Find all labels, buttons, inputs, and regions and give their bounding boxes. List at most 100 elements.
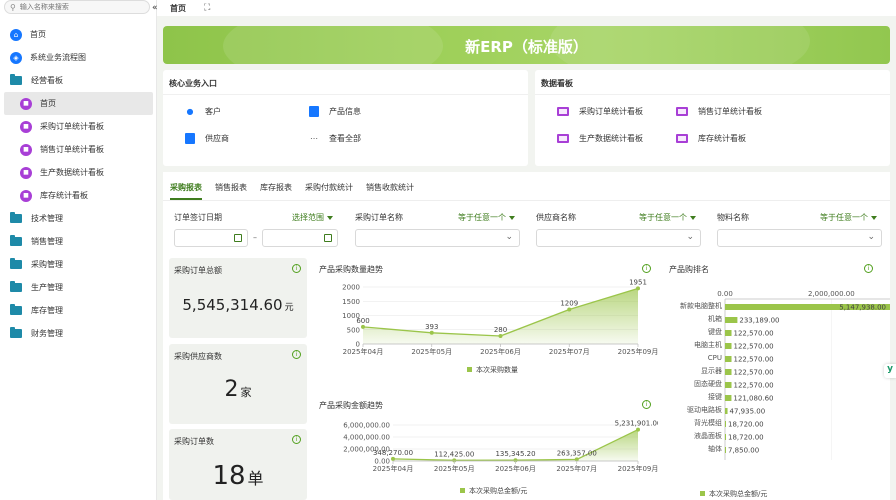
folder-icon — [10, 235, 22, 246]
info-icon[interactable]: i — [864, 264, 873, 273]
filter-op-label: 等于任意一个 — [458, 213, 506, 222]
monitor-icon: ■ — [20, 166, 32, 179]
sidebar-item-dashboard-home[interactable]: ■ 首页 — [4, 92, 153, 115]
data-label: 122,570.00 — [734, 369, 774, 377]
y-tick-label: 4,000,000.00 — [343, 434, 390, 442]
data-label: 122,570.00 — [734, 330, 774, 338]
tab-sales-receipt[interactable]: 销售收款统计 — [366, 182, 414, 200]
data-label: 263,357.00 — [557, 449, 597, 457]
data-label: 122,570.00 — [734, 356, 774, 364]
x-tick-label: 2025年04月 — [343, 347, 384, 356]
search-icon: ⚲ — [10, 2, 16, 12]
info-icon[interactable]: i — [642, 264, 651, 273]
y-tick-label: 机箱 — [708, 314, 722, 323]
board-link-inventory[interactable]: 库存统计看板 — [676, 133, 746, 144]
chevron-down-icon: ⌄ — [505, 232, 513, 242]
entry-product-info[interactable]: 产品信息 — [309, 106, 361, 117]
info-icon[interactable]: i — [292, 435, 301, 444]
report-tabs: 采购报表 销售报表 库存报表 采购付款统计 销售收款统计 — [170, 182, 427, 200]
date-end-input[interactable] — [262, 229, 338, 247]
y-tick-label: 500 — [347, 326, 360, 334]
sidebar-item-purchase-board[interactable]: ■ 采购订单统计看板 — [0, 115, 157, 138]
sidebar-item-production-board[interactable]: ■ 生产数据统计看板 — [0, 161, 157, 184]
sidebar-item-inventory-board[interactable]: ■ 库存统计看板 — [0, 184, 157, 207]
sidebar-item-flowchart[interactable]: ◈ 系统业务流程图 — [0, 46, 157, 69]
board-link-purchase[interactable]: 采购订单统计看板 — [557, 106, 643, 117]
stat-title: 采购订单总额 — [174, 266, 222, 275]
board-link-production[interactable]: 生产数据统计看板 — [557, 133, 643, 144]
sidebar-item-dashboard-group[interactable]: 经营看板 — [0, 69, 157, 92]
filter-op-date[interactable]: 选择范围 — [292, 212, 333, 223]
date-range-separator: – — [253, 233, 257, 242]
info-icon[interactable]: i — [292, 350, 301, 359]
caret-down-icon — [690, 215, 696, 220]
x-tick-label: 2025年06月 — [480, 347, 521, 356]
folder-icon — [10, 304, 22, 315]
sidebar-item-finance[interactable]: 财务管理 — [0, 322, 157, 345]
monitor-icon — [676, 107, 688, 116]
entry-label: 销售订单统计看板 — [698, 107, 762, 116]
document-icon — [185, 133, 195, 144]
sidebar-item-purchase[interactable]: 采购管理 — [0, 253, 157, 276]
entry-customer[interactable]: ● 客户 — [185, 106, 222, 117]
data-label: 18,720.00 — [728, 421, 764, 429]
data-label: 47,935.00 — [730, 408, 766, 416]
data-point — [429, 330, 434, 335]
order-name-select[interactable]: ⌄ — [355, 229, 520, 247]
flowchart-icon: ◈ — [10, 51, 22, 64]
chart-title-quantity: 产品采购数量趋势 — [319, 265, 383, 274]
material-select[interactable]: ⌄ — [717, 229, 882, 247]
folder-icon — [10, 212, 22, 223]
data-label: 348,270.00 — [373, 449, 413, 457]
board-link-sales[interactable]: 销售订单统计看板 — [676, 106, 762, 117]
sidebar-item-sales[interactable]: 销售管理 — [0, 230, 157, 253]
bar — [725, 447, 726, 453]
tab-sales-report[interactable]: 销售报表 — [215, 182, 247, 200]
stat-card-order-count: 采购订单数 i 18 单 — [169, 429, 307, 500]
tab-purchase-report[interactable]: 采购报表 — [170, 182, 202, 200]
sidebar-item-tech[interactable]: 技术管理 — [0, 207, 157, 230]
sidebar-item-sales-board[interactable]: ■ 销售订单统计看板 — [0, 138, 157, 161]
entry-view-all[interactable]: ⋯ 查看全部 — [309, 133, 361, 144]
filter-op-material[interactable]: 等于任意一个 — [820, 212, 877, 223]
supplier-select[interactable]: ⌄ — [536, 229, 701, 247]
stat-card-supplier-count: 采购供应商数 i 2家 — [169, 344, 307, 424]
sidebar-item-production[interactable]: 生产管理 — [0, 276, 157, 299]
x-tick-label: 2025年09月 — [618, 347, 658, 356]
monitor-icon — [676, 134, 688, 143]
info-icon[interactable]: i — [292, 264, 301, 273]
date-start-input[interactable] — [174, 229, 248, 247]
legend-label: 本次采购总金额/元 — [469, 486, 527, 495]
collapse-sidebar-icon[interactable]: « — [152, 3, 164, 13]
assistant-float-icon[interactable]: y — [884, 364, 896, 378]
data-label: 5,147,938.00 — [839, 304, 886, 312]
info-icon[interactable]: i — [642, 400, 651, 409]
y-tick-label: 液晶面板 — [694, 431, 722, 440]
bar — [725, 317, 738, 323]
stat-unit: 元 — [284, 303, 294, 313]
legend-swatch — [700, 491, 705, 496]
tab-inventory-report[interactable]: 库存报表 — [260, 182, 292, 200]
search-box[interactable]: ⚲ — [4, 0, 150, 14]
caret-down-icon — [871, 215, 877, 220]
x-tick-label: 2025年09月 — [618, 464, 658, 473]
monitor-icon: ■ — [20, 120, 32, 133]
search-input[interactable] — [19, 3, 140, 11]
filter-label-date: 订单签订日期 — [174, 213, 222, 222]
filter-op-supplier[interactable]: 等于任意一个 — [639, 212, 696, 223]
data-label: 280 — [494, 326, 507, 334]
sidebar-item-inventory[interactable]: 库存管理 — [0, 299, 157, 322]
monitor-icon: ■ — [20, 143, 32, 156]
sidebar-item-label: 系统业务流程图 — [30, 53, 86, 62]
filter-op-order-name[interactable]: 等于任意一个 — [458, 212, 515, 223]
breadcrumb[interactable]: 首页 — [170, 3, 186, 14]
x-tick-label: 2025年05月 — [434, 464, 475, 473]
fullscreen-icon[interactable]: ⛶ — [204, 3, 210, 13]
sidebar-item-home[interactable]: ⌂ 首页 — [0, 23, 157, 46]
entry-supplier[interactable]: 供应商 — [185, 133, 229, 144]
sidebar-item-label: 库存统计看板 — [40, 191, 88, 200]
entry-label: 查看全部 — [329, 134, 361, 143]
more-icon: ⋯ — [310, 134, 318, 143]
filter-label-order-name: 采购订单名称 — [355, 213, 403, 222]
tab-purchase-payment[interactable]: 采购付款统计 — [305, 182, 353, 200]
